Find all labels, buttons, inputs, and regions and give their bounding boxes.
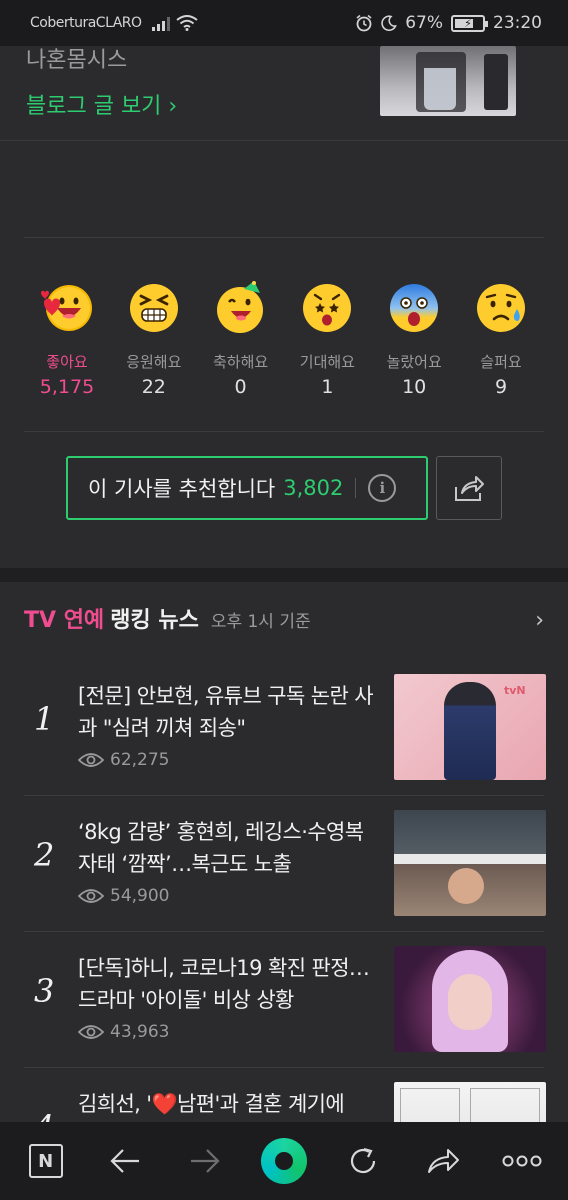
eye-icon xyxy=(78,889,104,903)
reaction-label: 축하해요 xyxy=(212,353,269,371)
reaction-count: 9 xyxy=(494,376,508,398)
reaction-label: 놀랐어요 xyxy=(386,353,442,371)
ranking-time-note: 오후 1시 기준 xyxy=(210,612,311,632)
info-icon[interactable]: i xyxy=(368,474,397,502)
share-icon xyxy=(455,476,484,501)
reaction-section: 좋아요 5,175 응원해요 22 축하해요 0 기대해요 1 놀랐어요 10 … xyxy=(0,141,568,568)
back-button[interactable] xyxy=(95,1131,155,1191)
blog-thumbnail[interactable] xyxy=(380,46,516,116)
ranking-section: TV 연예 랭킹 뉴스 오후 1시 기준 › 1 [전문] 안보현, 유튜브 구… xyxy=(0,582,568,1188)
view-count: 54,900 xyxy=(78,886,169,906)
reaction-like[interactable]: 좋아요 5,175 xyxy=(24,281,110,398)
naver-n-icon: N xyxy=(28,1144,63,1178)
page: CoberturaCLARO 67% ⚡ 23:20 나혼몸시스 블로그 글 보… xyxy=(0,0,568,1200)
rank-number: 3 xyxy=(34,972,55,1010)
carrier-label: CoberturaCLARO xyxy=(30,15,142,31)
green-dot-icon xyxy=(260,1138,307,1184)
reaction-list: 좋아요 5,175 응원해요 22 축하해요 0 기대해요 1 놀랐어요 10 … xyxy=(24,281,544,398)
refresh-icon xyxy=(351,1147,376,1174)
chevron-right-icon[interactable]: › xyxy=(535,608,544,633)
divider xyxy=(24,431,544,432)
article-thumbnail[interactable] xyxy=(394,946,546,1052)
battery-percent: 67% xyxy=(405,13,443,33)
sad-emoji-icon xyxy=(476,284,525,332)
reaction-surprised[interactable]: 놀랐어요 10 xyxy=(371,281,457,398)
status-bar: CoberturaCLARO 67% ⚡ 23:20 xyxy=(0,0,568,46)
expect-emoji-icon xyxy=(303,284,352,332)
ranking-title: 랭킹 뉴스 xyxy=(110,608,199,633)
recommend-button[interactable]: 이 기사를 추천합니다 3,802 i xyxy=(66,456,428,520)
view-count: 43,963 xyxy=(78,1022,169,1042)
recommend-label: 이 기사를 추천합니다 xyxy=(88,477,276,501)
reaction-count: 1 xyxy=(321,376,334,398)
forward-button[interactable] xyxy=(175,1131,235,1191)
reaction-count: 10 xyxy=(402,376,427,398)
article-title[interactable]: [전문] 안보현, 유튜브 구독 논란 사과 "심려 끼쳐 죄송" xyxy=(78,680,378,744)
reaction-count: 22 xyxy=(141,376,166,398)
divider xyxy=(355,478,357,498)
naver-home-button[interactable]: N xyxy=(16,1131,76,1191)
more-dots-icon xyxy=(502,1155,542,1167)
reaction-sad[interactable]: 슬퍼요 9 xyxy=(458,281,544,398)
blog-link[interactable]: 블로그 글 보기 › xyxy=(26,88,177,120)
reaction-count: 5,175 xyxy=(39,376,95,398)
share-arrow-icon xyxy=(427,1149,459,1173)
share-button[interactable] xyxy=(436,456,502,520)
reaction-congrats[interactable]: 축하해요 0 xyxy=(198,281,284,398)
heart-smile-emoji-icon xyxy=(41,285,92,331)
article-thumbnail[interactable] xyxy=(394,810,546,916)
reaction-count: 0 xyxy=(234,376,247,398)
blog-section: 나혼몸시스 블로그 글 보기 › xyxy=(0,46,568,141)
view-count-value: 43,963 xyxy=(110,1022,170,1042)
ranking-item[interactable]: 2 ‘8kg 감량’ 홍현희, 레깅스·수영복 자태 ‘깜짝’…복근도 노출 5… xyxy=(24,796,546,932)
share-nav-button[interactable] xyxy=(413,1131,473,1191)
view-count-value: 54,900 xyxy=(110,886,170,906)
reaction-cheer[interactable]: 응원해요 22 xyxy=(111,281,197,398)
ranking-header[interactable]: TV 연예 랭킹 뉴스 오후 1시 기준 › xyxy=(24,602,544,634)
eye-icon xyxy=(78,753,104,767)
reaction-label: 슬퍼요 xyxy=(480,353,522,371)
moon-icon xyxy=(381,15,398,31)
surprised-emoji-icon xyxy=(390,284,439,332)
reaction-expect[interactable]: 기대해요 1 xyxy=(284,281,370,398)
bottom-navigation: N xyxy=(0,1122,568,1200)
wifi-icon xyxy=(175,15,198,31)
article-thumbnail[interactable]: tvN xyxy=(394,674,546,780)
battery-icon: ⚡ xyxy=(451,14,488,32)
ranking-item[interactable]: 1 [전문] 안보현, 유튜브 구독 논란 사과 "심려 끼쳐 죄송" 62,2… xyxy=(24,660,546,796)
article-title[interactable]: ‘8kg 감량’ 홍현희, 레깅스·수영복 자태 ‘깜짝’…복근도 노출 xyxy=(78,816,378,880)
divider xyxy=(24,237,544,238)
arrow-left-icon xyxy=(110,1149,140,1173)
reaction-label: 응원해요 xyxy=(126,353,182,371)
reaction-label: 좋아요 xyxy=(46,353,88,371)
article-title[interactable]: [단독]하니, 코로나19 확진 판정…드라마 '아이돌' 비상 상황 xyxy=(78,952,378,1016)
rank-number: 1 xyxy=(34,700,55,738)
ranking-item[interactable]: 3 [단독]하니, 코로나19 확진 판정…드라마 '아이돌' 비상 상황 43… xyxy=(24,932,546,1068)
green-dot-button[interactable] xyxy=(254,1131,314,1191)
reaction-label: 기대해요 xyxy=(299,353,355,371)
view-count-value: 62,275 xyxy=(110,750,170,770)
view-count: 62,275 xyxy=(78,750,169,770)
arrow-right-icon xyxy=(190,1149,220,1173)
rank-number: 2 xyxy=(34,836,55,874)
recommend-count: 3,802 xyxy=(283,476,344,500)
cheer-emoji-icon xyxy=(129,284,178,332)
party-emoji-icon xyxy=(216,281,263,333)
alarm-icon xyxy=(356,14,372,32)
ranking-title-category: TV 연예 xyxy=(24,608,105,633)
article-title[interactable]: 김희선, '❤️남편'과 결혼 계기에 xyxy=(78,1088,378,1120)
section-separator xyxy=(0,568,568,582)
signal-icon xyxy=(151,15,170,31)
more-button[interactable] xyxy=(492,1131,552,1191)
eye-icon xyxy=(78,1025,104,1039)
refresh-button[interactable] xyxy=(333,1131,393,1191)
clock: 23:20 xyxy=(493,13,542,33)
blog-author: 나혼몸시스 xyxy=(26,48,128,73)
